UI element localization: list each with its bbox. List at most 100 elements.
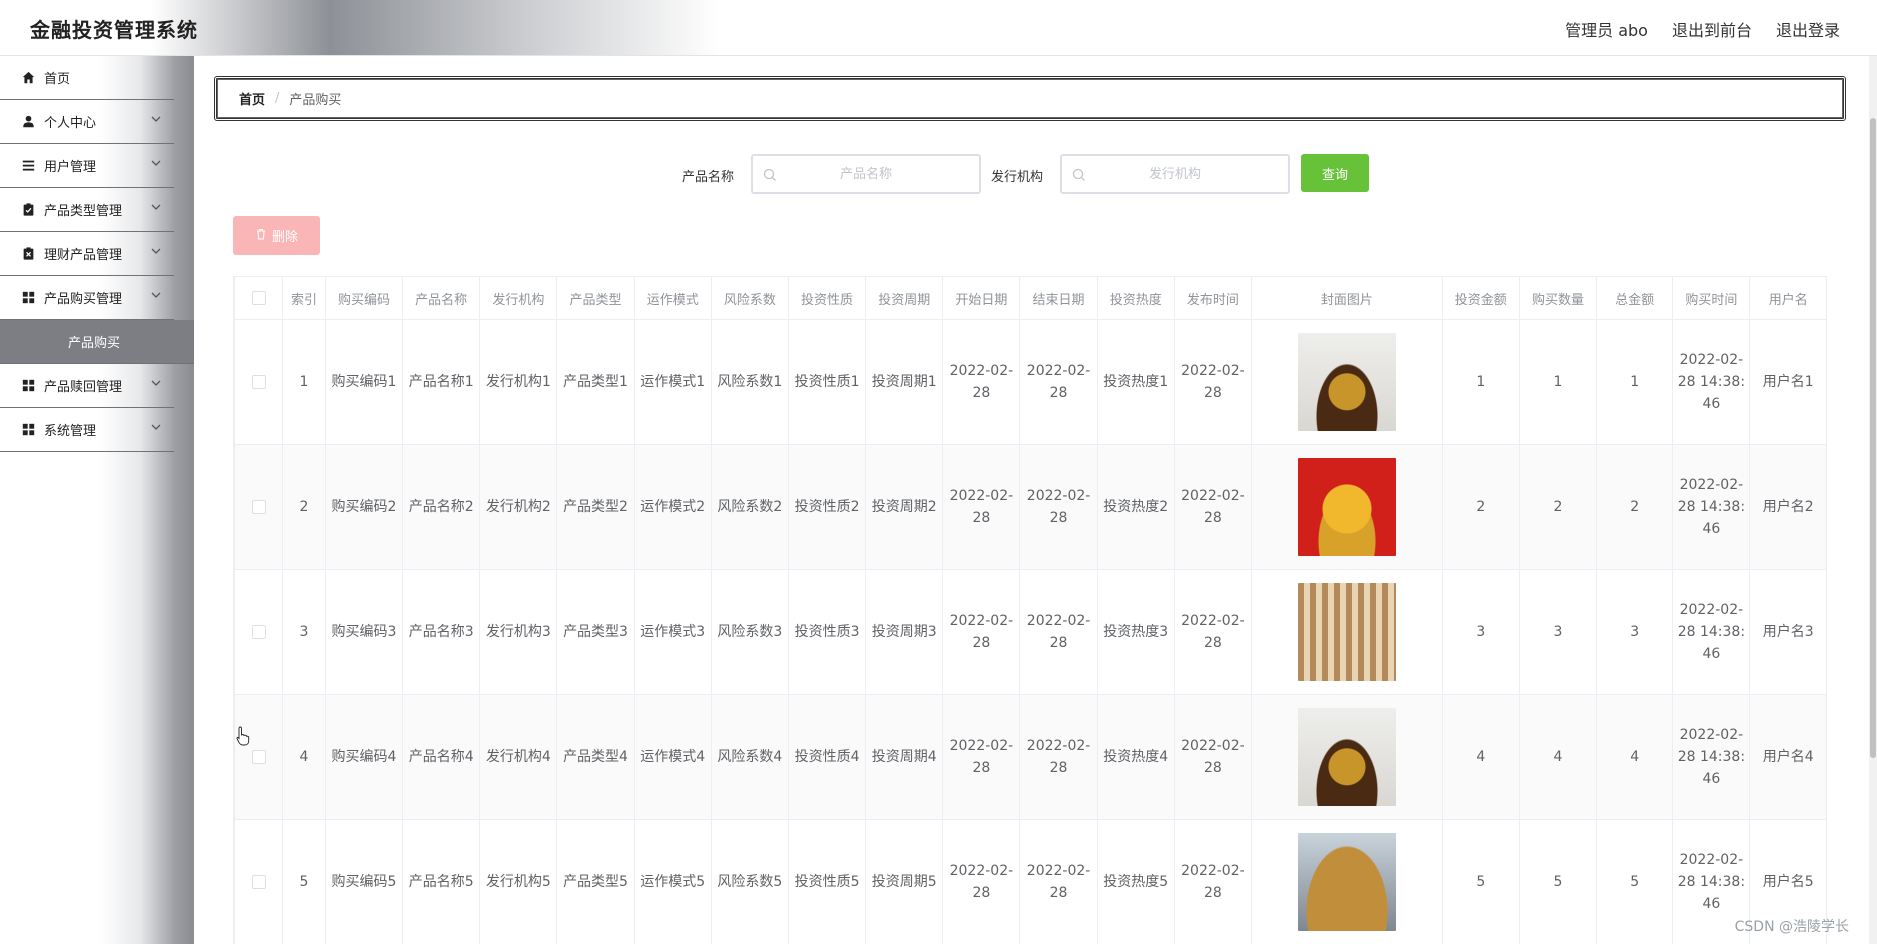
- cell-type: 产品类型2: [556, 444, 635, 570]
- sidebar-item-product-type[interactable]: 产品类型管理: [0, 188, 174, 232]
- list-icon: [21, 159, 35, 173]
- cell-heat: 投资热度1: [1096, 319, 1175, 445]
- cell-amount: 3: [1441, 569, 1520, 695]
- issuer-input[interactable]: [1062, 156, 1288, 192]
- cover-image: [1297, 708, 1396, 806]
- cell-publish: 2022-02-28: [1173, 694, 1252, 820]
- cell-mode: 运作模式3: [633, 569, 712, 695]
- sidebar: 首页 个人中心 用户管理 产品类型管理 理财产品管理 产品购买管理 产品购买 产…: [0, 56, 194, 944]
- search-icon: [763, 167, 777, 181]
- sidebar-item-purchase-mgmt[interactable]: 产品购买管理: [0, 276, 174, 320]
- clipboard-x-icon: [21, 247, 35, 261]
- cell-total: 3: [1596, 569, 1674, 695]
- cell-end: 2022-02-28: [1019, 694, 1098, 820]
- to-front-link[interactable]: 退出到前台: [1672, 17, 1752, 41]
- cell-type: 产品类型4: [556, 694, 635, 820]
- chevron-down-icon: [150, 157, 164, 171]
- issuer-field[interactable]: [1060, 154, 1290, 194]
- sidebar-item-personal[interactable]: 个人中心: [0, 100, 174, 144]
- logout-link[interactable]: 退出登录: [1776, 17, 1840, 41]
- cell-total: 2: [1596, 444, 1674, 570]
- cell-index: 3: [282, 569, 326, 695]
- cell-name: 产品名称2: [402, 444, 481, 570]
- cell-risk: 风险系数2: [710, 444, 789, 570]
- cell-period: 投资周期2: [865, 444, 944, 570]
- row-checkbox[interactable]: [251, 875, 266, 889]
- cell-code: 购买编码3: [324, 569, 404, 695]
- cell-mode: 运作模式4: [633, 694, 712, 820]
- top-header: 金融投资管理系统 管理员 abo 退出到前台 退出登录: [0, 0, 1877, 56]
- issuer-label: 发行机构: [991, 170, 1044, 185]
- column-header: 索引: [282, 276, 326, 320]
- cell-index: 5: [282, 819, 326, 944]
- cell-nature: 投资性质3: [787, 569, 867, 695]
- cell-qty: 5: [1518, 819, 1598, 944]
- delete-button-label: 删除: [271, 230, 298, 245]
- column-header: 产品类型: [556, 276, 635, 320]
- cell-name: 产品名称1: [402, 319, 481, 445]
- sidebar-item-label: 理财产品管理: [44, 248, 123, 263]
- row-select-cell[interactable]: [234, 819, 284, 944]
- cell-risk: 风险系数3: [710, 569, 789, 695]
- row-checkbox[interactable]: [251, 625, 266, 639]
- breadcrumb-current: 产品购买: [289, 93, 342, 108]
- cell-end: 2022-02-28: [1019, 444, 1098, 570]
- vertical-scrollbar[interactable]: [1869, 56, 1877, 944]
- chevron-down-icon: [150, 113, 164, 127]
- row-select-cell[interactable]: [234, 319, 284, 445]
- cell-heat: 投资热度3: [1096, 569, 1175, 695]
- cover-image: [1297, 833, 1396, 931]
- scrollbar-thumb[interactable]: [1870, 118, 1876, 758]
- breadcrumb-separator: /: [275, 91, 280, 106]
- cell-risk: 风险系数4: [710, 694, 789, 820]
- cell-user: 用户名1: [1749, 319, 1827, 445]
- row-checkbox[interactable]: [251, 375, 266, 389]
- clipboard-check-icon: [21, 203, 35, 217]
- cell-start: 2022-02-28: [942, 569, 1021, 695]
- row-select-cell[interactable]: [234, 569, 284, 695]
- table-row: 2 购买编码2 产品名称2 发行机构2 产品类型2 运作模式2 风险系数2 投资性质2 投资周期…: [234, 444, 1827, 570]
- row-select-cell[interactable]: [234, 694, 284, 820]
- cell-period: 投资周期3: [865, 569, 944, 695]
- sidebar-subitem-purchase[interactable]: 产品购买: [0, 320, 194, 364]
- select-all-checkbox[interactable]: [251, 291, 266, 305]
- cell-org: 发行机构2: [479, 444, 558, 570]
- sidebar-item-redeem-mgmt[interactable]: 产品赎回管理: [0, 364, 174, 408]
- cell-mode: 运作模式2: [633, 444, 712, 570]
- chevron-down-icon: [150, 201, 164, 215]
- cell-qty: 1: [1518, 319, 1598, 445]
- row-checkbox[interactable]: [251, 750, 266, 764]
- cell-start: 2022-02-28: [942, 694, 1021, 820]
- column-header: 购买数量: [1518, 276, 1598, 320]
- sidebar-item-finance-product[interactable]: 理财产品管理: [0, 232, 174, 276]
- query-button[interactable]: 查询: [1301, 154, 1369, 192]
- cell-nature: 投资性质1: [787, 319, 867, 445]
- row-select-cell[interactable]: [234, 444, 284, 570]
- sidebar-item-label: 产品购买管理: [44, 292, 123, 307]
- sidebar-item-home[interactable]: 首页: [0, 56, 174, 100]
- table-row: 3 购买编码3 产品名称3 发行机构3 产品类型3 运作模式3 风险系数3 投资性质3 投资周期…: [234, 569, 1827, 695]
- cell-nature: 投资性质2: [787, 444, 867, 570]
- sidebar-item-users[interactable]: 用户管理: [0, 144, 174, 188]
- breadcrumb-home[interactable]: 首页: [239, 89, 265, 108]
- table-row: 5 购买编码5 产品名称5 发行机构5 产品类型5 运作模式5 风险系数5 投资性质5 投资周期…: [234, 819, 1827, 944]
- cell-total: 4: [1596, 694, 1674, 820]
- sidebar-item-system[interactable]: 系统管理: [0, 408, 174, 452]
- cell-publish: 2022-02-28: [1173, 444, 1252, 570]
- header-select-all[interactable]: [234, 276, 284, 320]
- cell-index: 4: [282, 694, 326, 820]
- cell-publish: 2022-02-28: [1173, 569, 1252, 695]
- product-name-input[interactable]: [753, 156, 979, 192]
- cell-type: 产品类型3: [556, 569, 635, 695]
- row-checkbox[interactable]: [251, 500, 266, 514]
- cell-org: 发行机构1: [479, 319, 558, 445]
- cell-code: 购买编码1: [324, 319, 404, 445]
- table-row: 4 购买编码4 产品名称4 发行机构4 产品类型4 运作模式4 风险系数4 投资性质4 投资周期…: [234, 694, 1827, 820]
- delete-button[interactable]: 删除: [233, 216, 320, 255]
- column-header: 风险系数: [710, 276, 789, 320]
- cell-index: 1: [282, 319, 326, 445]
- cover-image: [1297, 458, 1396, 556]
- product-name-field[interactable]: [751, 154, 981, 194]
- cell-nature: 投资性质4: [787, 694, 867, 820]
- cover-image-cell: [1250, 319, 1443, 445]
